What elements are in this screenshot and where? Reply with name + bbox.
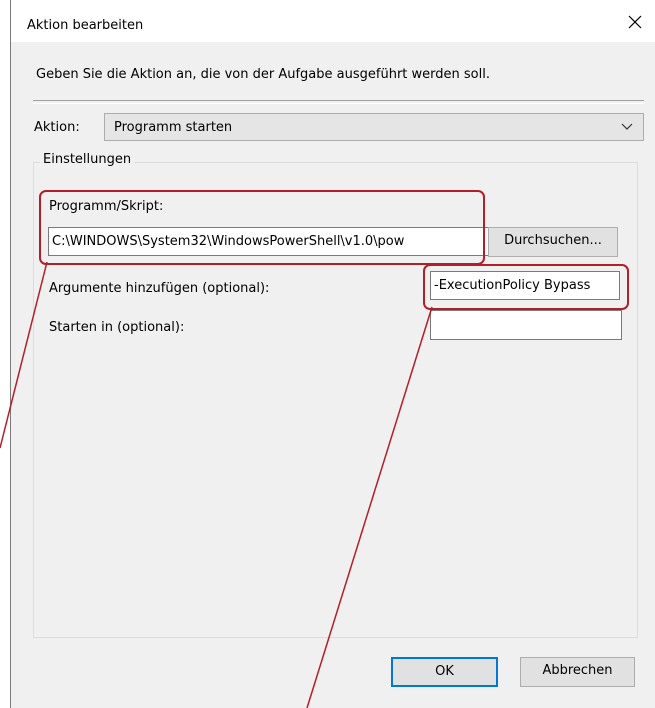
annotation-lines (0, 261, 433, 708)
arguments-pointer-line (306, 306, 433, 708)
program-pointer-line (0, 261, 48, 449)
